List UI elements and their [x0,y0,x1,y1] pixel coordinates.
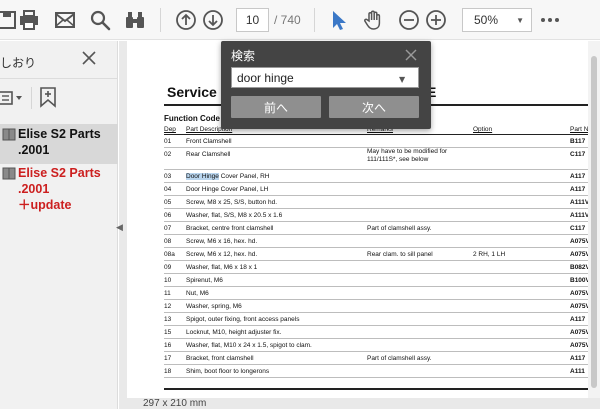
collapse-panel-icon[interactable]: ◀ [116,222,124,234]
next-result-button[interactable]: 次へ [329,96,419,118]
panel-divider [0,78,118,79]
zoom-value: 50% [474,13,499,27]
hand-tool-icon[interactable] [362,8,386,32]
chevron-down-icon: ▼ [516,16,524,25]
close-icon[interactable] [80,49,98,67]
col-header-dep: Dep [164,126,176,133]
page-total: / 740 [274,13,301,27]
function-code-label: Function Code [164,114,220,123]
bookmarks-panel-title: しおり [0,56,37,70]
table-row: 16 Washer, flat, M10 x 24 x 1.5, spigot t… [164,339,600,352]
chevron-down-icon[interactable]: ▼ [399,75,405,84]
table-row: 17 Bracket, front clamshell Part of clamsh… [164,352,600,365]
page-number-input[interactable]: 10 [236,8,269,32]
table-row: 13 Spigot, outer fixing, front access pan… [164,313,600,326]
search-icon[interactable] [88,8,112,32]
close-icon[interactable] [404,48,418,62]
footer-rule [164,388,600,390]
bookmark-item[interactable]: Elise S2 Parts .2001 ＋update [0,163,118,215]
search-dialog: 検索 door hinge ▼ 前へ 次へ [221,41,431,129]
page-down-icon[interactable] [201,8,225,32]
zoom-out-icon[interactable] [397,8,421,32]
bookmark-label: Elise S2 Parts .2001 ＋update [18,166,101,212]
add-bookmark-icon[interactable] [36,85,60,109]
table-row: 08 Screw, M6 x 16, hex. hd. A075V [164,235,600,248]
scrollbar-thumb[interactable] [591,56,597,388]
table-row: 05 Screw, M8 x 25, S/S, button hd. A111V [164,196,600,209]
table-row: 10 Spirenut, M6 B100V [164,274,600,287]
binoculars-icon[interactable] [123,8,147,32]
page-heading: Service [167,84,217,100]
table-row: 08a Screw, M6 x 12, hex. hd. Rear clam. to… [164,248,600,261]
search-dialog-title: 検索 [231,49,256,63]
zoom-select[interactable]: 50% ▼ [462,8,532,32]
table-row: 06 Washer, flat, S/S, M8 x 20.5 x 1.6 A111… [164,209,600,222]
bookmarks-panel: しおり Elise S2 Parts .2001 Elise S2 Parts … [0,41,118,409]
table-row: 01 Front Clamshell B117 [164,135,600,148]
table-row: 07 Bracket, centre front clamshell Part of… [164,222,600,235]
table-row: 09 Washer, flat, M6 x 18 x 1 B082V [164,261,600,274]
toolbar-separator [314,8,315,32]
toolbar-separator [160,8,161,32]
bookmark-label: Elise S2 Parts .2001 [18,127,101,157]
print-icon[interactable] [17,8,41,32]
zoom-in-icon[interactable] [424,8,448,32]
bookmark-options-icon[interactable] [0,87,34,109]
page-size-label: 297 x 210 mm [143,398,207,409]
toolbar: 10 / 740 50% ▼ [0,0,600,40]
table-row: 04 Door Hinge Cover Panel, LH A117 [164,183,600,196]
table-row: 11 Nut, M6 A075V [164,287,600,300]
mail-icon[interactable] [53,8,77,32]
table-row: 12 Washer, spring, M6 A075V [164,300,600,313]
panel-toolbar-separator [31,87,32,109]
table-row: 03 Door Hinge Cover Panel, RH A117 [164,170,600,183]
search-highlight: Door Hinge [186,173,219,180]
table-row: 02 Rear Clamshell May have to be modified… [164,148,600,170]
bookmark-item[interactable]: Elise S2 Parts .2001 [0,124,118,164]
previous-result-button[interactable]: 前へ [231,96,321,118]
more-icon[interactable] [538,8,562,32]
select-cursor-icon[interactable] [327,8,351,32]
bookmark-icon [2,167,16,180]
col-header-part-no: Part N [570,126,589,133]
search-input[interactable]: door hinge [231,67,419,88]
table-row: 18 Shim, boot floor to longerons A111 [164,365,600,378]
bookmark-icon [2,128,16,141]
table-row: 15 Locknut, M10, height adjuster fix. A075… [164,326,600,339]
page-up-icon[interactable] [174,8,198,32]
col-header-option: Option [473,126,493,133]
